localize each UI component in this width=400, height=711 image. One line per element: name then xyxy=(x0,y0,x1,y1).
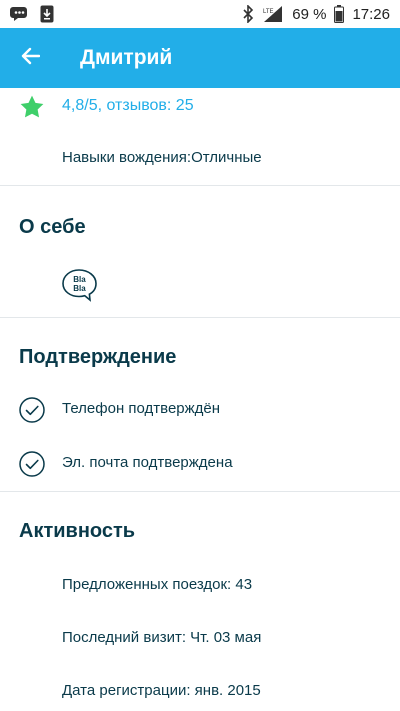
email-verified-label: Эл. почта подтверждена xyxy=(62,454,233,471)
chat-notification-icon xyxy=(10,5,30,23)
app-bar: Дмитрий xyxy=(0,28,400,88)
about-heading: О себе xyxy=(19,216,86,238)
status-bar: LTE 69 % 17:26 xyxy=(0,0,400,28)
check-circle-icon xyxy=(19,451,45,482)
divider xyxy=(0,317,400,318)
divider xyxy=(0,491,400,492)
offered-rides-count: Предложенных поездок: 43 xyxy=(62,576,253,593)
star-icon xyxy=(19,94,45,125)
divider xyxy=(0,185,400,186)
driving-skill-text: Навыки вождения:Отличные xyxy=(62,149,262,166)
bluetooth-icon xyxy=(242,5,254,23)
download-notification-icon xyxy=(40,5,54,23)
verification-heading: Подтверждение xyxy=(19,346,177,368)
back-button[interactable] xyxy=(0,28,60,88)
battery-percent: 69 % xyxy=(292,5,327,23)
email-verified-item: Эл. почта подтверждена xyxy=(0,444,400,484)
svg-text:Bla: Bla xyxy=(73,275,86,284)
phone-verified-item: Телефон подтверждён xyxy=(0,390,400,430)
chattiness-bla-bla-icon: Bla Bla xyxy=(61,268,99,307)
arrow-left-icon xyxy=(20,47,41,70)
svg-text:Bla: Bla xyxy=(73,284,86,293)
check-circle-icon xyxy=(19,397,45,428)
battery-icon xyxy=(334,5,345,23)
svg-text:LTE: LTE xyxy=(263,9,274,15)
signal-icon: LTE xyxy=(262,5,284,23)
registration-date: Дата регистрации: янв. 2015 xyxy=(62,682,261,699)
clock: 17:26 xyxy=(352,5,390,23)
activity-heading: Активность xyxy=(19,520,136,542)
page-title: Дмитрий xyxy=(80,46,173,69)
phone-verified-label: Телефон подтверждён xyxy=(62,400,221,417)
rating-summary-link[interactable]: 4,8/5, отзывов: 25 xyxy=(62,97,194,115)
last-visit: Последний визит: Чт. 03 мая xyxy=(62,629,262,646)
